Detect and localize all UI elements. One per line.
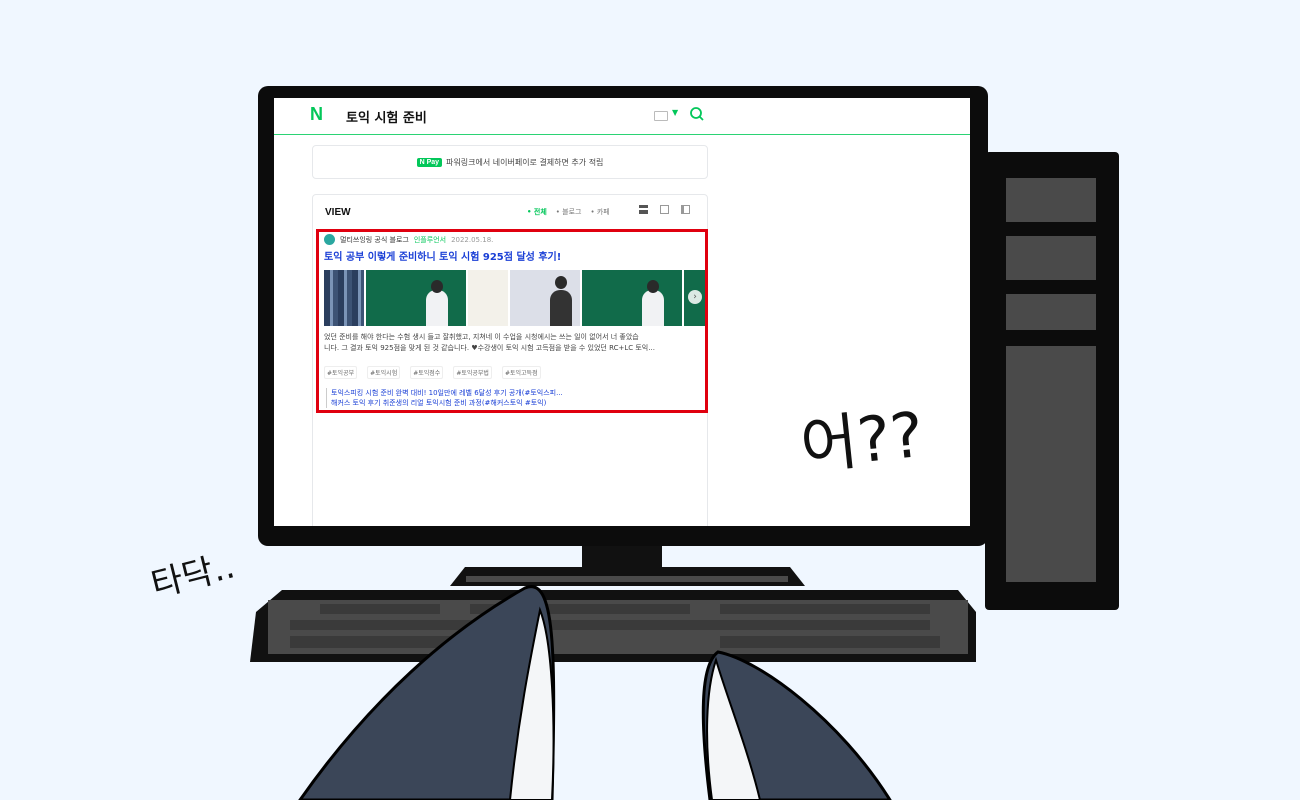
view-title: VIEW bbox=[325, 207, 351, 218]
caret-down-icon[interactable]: ▼ bbox=[672, 108, 678, 117]
compact-view-icon[interactable] bbox=[681, 205, 690, 214]
filter-cafe[interactable]: • 카페 bbox=[590, 207, 609, 217]
card-view-icon[interactable] bbox=[660, 205, 669, 214]
search-query[interactable]: 토익 시험 준비 bbox=[346, 107, 427, 126]
ad-text: 파워링크에서 네이버페이로 결제하면 추가 적립 bbox=[446, 157, 604, 167]
npay-badge: N Pay bbox=[416, 157, 443, 167]
tower-panel bbox=[1006, 346, 1096, 582]
drive-bay-3 bbox=[1006, 294, 1096, 330]
layout-toggle bbox=[639, 205, 690, 214]
list-view-icon[interactable] bbox=[639, 205, 648, 214]
npay-ad-banner[interactable]: N Pay 파워링크에서 네이버페이로 결제하면 추가 적립 bbox=[312, 145, 708, 179]
filter-all[interactable]: • 전체 bbox=[527, 207, 547, 217]
keyboard-icon[interactable] bbox=[654, 111, 668, 121]
search-header: N 토익 시험 준비 ▼ bbox=[274, 98, 970, 135]
drive-bay-2 bbox=[1006, 236, 1096, 280]
search-icon[interactable] bbox=[689, 106, 705, 122]
highlight-box bbox=[316, 229, 708, 413]
drive-bay-1 bbox=[1006, 178, 1096, 222]
view-filters: • 전체 • 블로그 • 카페 bbox=[527, 207, 610, 217]
naver-logo[interactable]: N bbox=[310, 104, 323, 125]
exclaim-text: 어?? bbox=[797, 397, 927, 484]
filter-blog[interactable]: • 블로그 bbox=[556, 207, 582, 217]
